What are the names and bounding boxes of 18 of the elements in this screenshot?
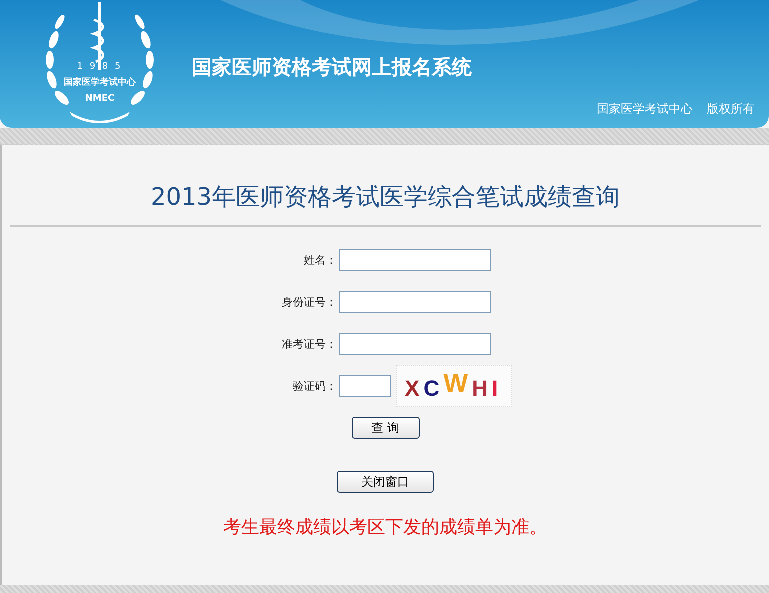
input-field[interactable] xyxy=(339,333,491,355)
input-field[interactable] xyxy=(339,249,491,271)
input-field[interactable] xyxy=(339,291,491,313)
credit-text: 版权所有 xyxy=(707,101,755,118)
field-label: 姓名： xyxy=(303,252,337,268)
page-title: 2013年医师资格考试医学综合笔试成绩查询 xyxy=(10,181,761,227)
query-button[interactable]: 查 询 xyxy=(352,417,420,439)
notice-text: 考生最终成绩以考区下发的成绩单为准。 xyxy=(222,516,548,539)
field-label: 身份证号： xyxy=(281,294,337,310)
logo-year: 1 9 8 5 xyxy=(77,62,123,72)
field-label: 验证码： xyxy=(292,378,337,394)
close-window-button[interactable]: 关闭窗口 xyxy=(337,471,434,493)
logo-org-name: 国家医学考试中心 xyxy=(64,76,136,89)
credit-text: 国家医学考试中心 xyxy=(597,101,693,118)
site-title: 国家医师资格考试网上报名系统 xyxy=(192,54,472,81)
logo-abbreviation: NMEC xyxy=(85,94,115,104)
field-label: 准考证号： xyxy=(281,336,337,352)
captcha-field[interactable] xyxy=(339,375,391,397)
